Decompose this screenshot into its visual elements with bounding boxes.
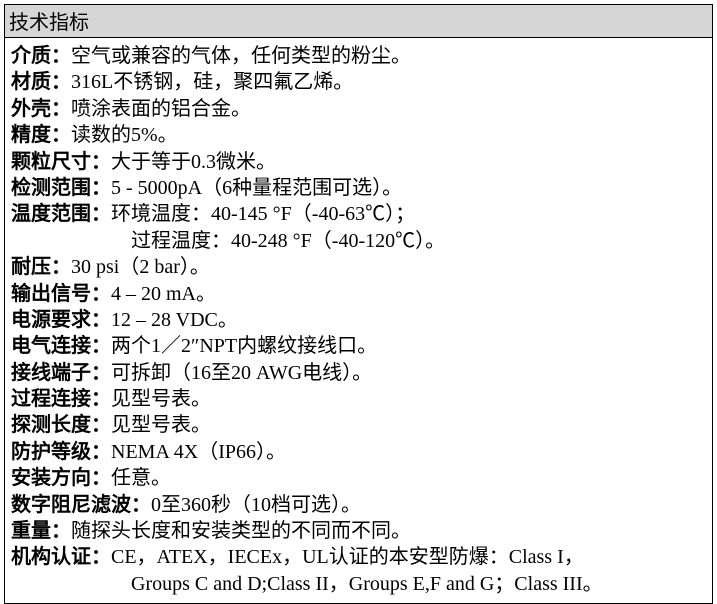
spec-row: 过程温度：40-248 °F（-40-120℃）。: [11, 228, 706, 254]
spec-value: 随探头长度和安装类型的不同而不同。: [71, 518, 411, 544]
spec-label: 检测范围：: [11, 175, 111, 201]
spec-value: 30 psi（2 bar）。: [71, 254, 210, 280]
spec-label: 电源要求：: [11, 307, 111, 333]
spec-label: 材质：: [11, 69, 71, 95]
spec-label: 温度范围：: [11, 201, 111, 227]
spec-label: 防护等级：: [11, 439, 111, 465]
spec-row: 接线端子：可拆卸（16至20 AWG电线）。: [11, 360, 706, 386]
spec-label: 介质：: [11, 43, 71, 69]
spec-value: 316L不锈钢，硅，聚四氟乙烯。: [71, 69, 353, 95]
spec-value: 环境温度：40-145 °F（-40-63℃）；: [111, 201, 415, 227]
spec-row: 介质：空气或兼容的气体，任何类型的粉尘。: [11, 43, 706, 69]
spec-row: 探测长度：见型号表。: [11, 412, 706, 438]
spec-body: 介质：空气或兼容的气体，任何类型的粉尘。材质：316L不锈钢，硅，聚四氟乙烯。外…: [5, 38, 712, 603]
spec-value: 12 – 28 VDC。: [111, 307, 238, 333]
spec-row: 防护等级：NEMA 4X（IP66）。: [11, 439, 706, 465]
spec-value: 过程温度：40-248 °F（-40-120℃）。: [11, 228, 445, 254]
spec-label: 精度：: [11, 122, 71, 148]
spec-row: 检测范围：5 - 5000pA（6种量程范围可选）。: [11, 175, 706, 201]
spec-value: 喷涂表面的铝合金。: [71, 96, 251, 122]
spec-label: 重量：: [11, 518, 71, 544]
spec-value: 空气或兼容的气体，任何类型的粉尘。: [71, 43, 411, 69]
spec-label: 外壳：: [11, 96, 71, 122]
spec-value: 两个1／2″NPT内螺纹接线口。: [111, 333, 377, 359]
spec-label: 输出信号：: [11, 281, 111, 307]
spec-value: Groups C and D;Class II，Groups E,F and G…: [11, 571, 603, 597]
spec-panel: 技术指标 介质：空气或兼容的气体，任何类型的粉尘。材质：316L不锈钢，硅，聚四…: [4, 4, 713, 604]
spec-value: 可拆卸（16至20 AWG电线）。: [111, 360, 372, 386]
spec-row: 机构认证：CE，ATEX，IECEx，UL认证的本安型防爆：Class I，: [11, 544, 706, 570]
spec-label: 安装方向：: [11, 465, 111, 491]
spec-label: 探测长度：: [11, 412, 111, 438]
spec-label: 接线端子：: [11, 360, 111, 386]
spec-row: 外壳：喷涂表面的铝合金。: [11, 96, 706, 122]
spec-row: 材质：316L不锈钢，硅，聚四氟乙烯。: [11, 69, 706, 95]
spec-value: 0至360秒（10档可选）。: [151, 492, 361, 518]
spec-label: 过程连接：: [11, 386, 111, 412]
spec-row: 颗粒尺寸：大于等于0.3微米。: [11, 149, 706, 175]
spec-value: 4 – 20 mA。: [111, 281, 216, 307]
spec-value: 任意。: [111, 465, 171, 491]
spec-value: 大于等于0.3微米。: [111, 149, 276, 175]
spec-row: Groups C and D;Class II，Groups E,F and G…: [11, 571, 706, 597]
spec-value: CE，ATEX，IECEx，UL认证的本安型防爆：Class I，: [111, 544, 584, 570]
spec-label: 数字阻尼滤波：: [11, 492, 151, 518]
spec-row: 温度范围：环境温度：40-145 °F（-40-63℃）；: [11, 201, 706, 227]
spec-label: 机构认证：: [11, 544, 111, 570]
spec-label: 电气连接：: [11, 333, 111, 359]
spec-row: 耐压：30 psi（2 bar）。: [11, 254, 706, 280]
spec-row: 精度：读数的5%。: [11, 122, 706, 148]
spec-row: 输出信号：4 – 20 mA。: [11, 281, 706, 307]
spec-value: 5 - 5000pA（6种量程范围可选）。: [111, 175, 402, 201]
spec-row: 安装方向：任意。: [11, 465, 706, 491]
spec-label: 耐压：: [11, 254, 71, 280]
spec-value: 见型号表。: [111, 412, 211, 438]
spec-value: NEMA 4X（IP66）。: [111, 439, 286, 465]
spec-value: 读数的5%。: [71, 122, 178, 148]
spec-label: 颗粒尺寸：: [11, 149, 111, 175]
spec-row: 电源要求：12 – 28 VDC。: [11, 307, 706, 333]
spec-row: 电气连接：两个1／2″NPT内螺纹接线口。: [11, 333, 706, 359]
panel-title: 技术指标: [5, 5, 712, 38]
spec-row: 重量：随探头长度和安装类型的不同而不同。: [11, 518, 706, 544]
spec-row: 数字阻尼滤波：0至360秒（10档可选）。: [11, 492, 706, 518]
spec-value: 见型号表。: [111, 386, 211, 412]
spec-row: 过程连接：见型号表。: [11, 386, 706, 412]
